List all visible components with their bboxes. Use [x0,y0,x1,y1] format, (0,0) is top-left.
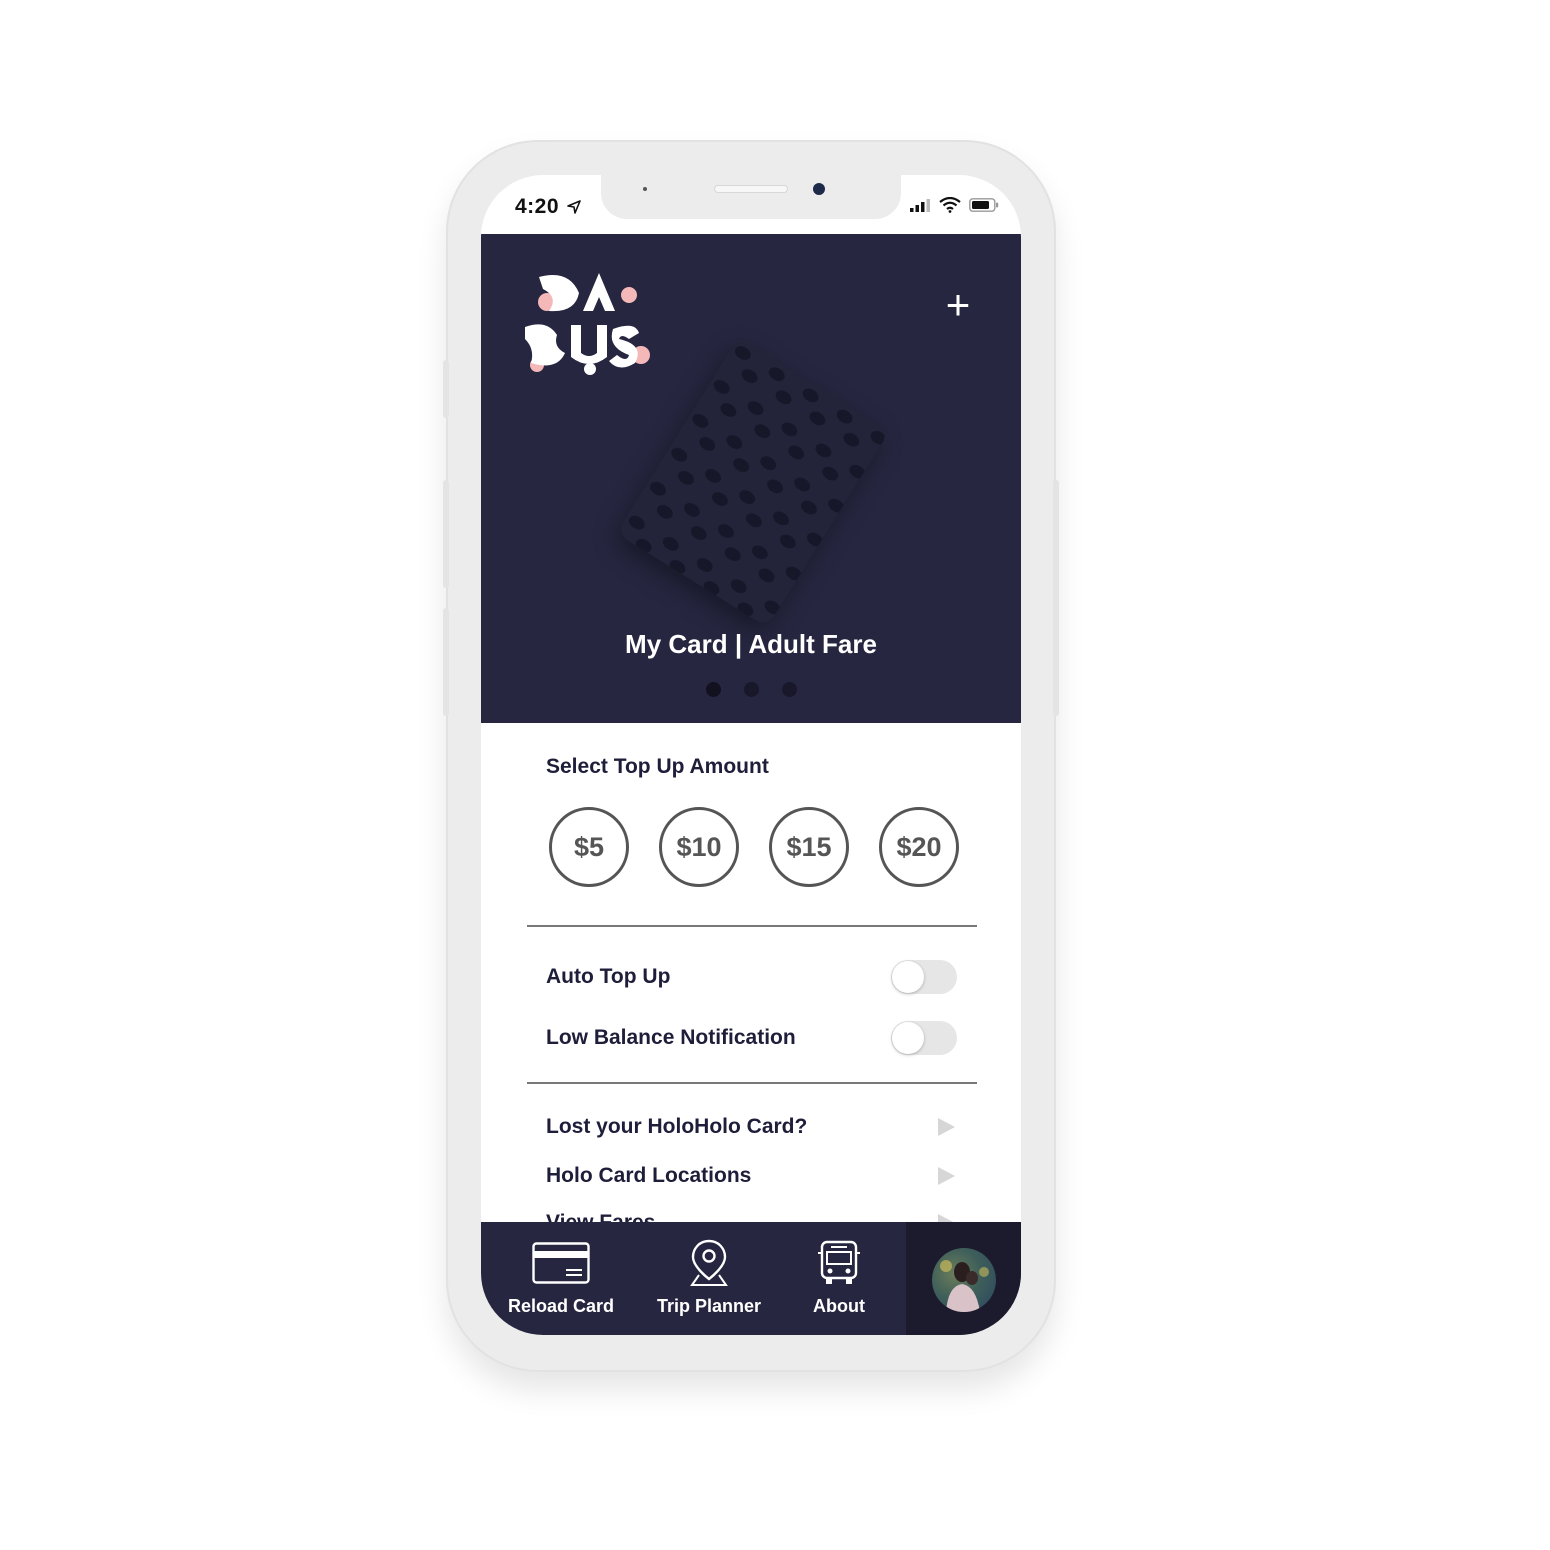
side-button-volume-up [443,480,449,588]
status-time: 4:20 [515,195,582,219]
amount-10-button[interactable]: $10 [659,807,739,887]
chevron-right-icon [938,1167,955,1185]
sensor [643,187,647,191]
tab-bar: Reload Card Trip Planner About [481,1222,1021,1335]
tab-reload-card-label: Reload Card [507,1296,615,1316]
bus-icon [817,1238,861,1288]
amount-5-button[interactable]: $5 [549,807,629,887]
tab-trip-planner[interactable]: Trip Planner [649,1222,769,1335]
notch [601,175,901,219]
low-balance-label: Low Balance Notification [546,1026,796,1049]
add-card-button[interactable]: + [939,284,977,326]
tab-about[interactable]: About [789,1222,889,1335]
app-screen: 4:20 + My Card | Adult Fare Select Top U… [481,175,1021,1335]
top-up-title: Select Top Up Amount [546,755,769,778]
card-label: My Card | Adult Fare [625,629,877,659]
map-pin-icon [689,1238,729,1288]
holo-card-image[interactable] [616,336,890,628]
auto-top-up-label: Auto Top Up [546,965,671,988]
tab-profile[interactable] [906,1222,1021,1335]
speaker [714,185,788,193]
avatar[interactable] [932,1248,996,1312]
carousel-dot-3[interactable] [781,682,797,697]
card-header: + My Card | Adult Fare [481,234,1021,723]
toggle-knob [892,961,924,993]
cellular-signal-icon [910,199,930,212]
card-locations-link[interactable]: Holo Card Locations [546,1164,751,1188]
tab-trip-planner-label: Trip Planner [656,1296,762,1316]
carousel-dots [481,682,1021,697]
chevron-right-icon [938,1118,955,1136]
logo-mark [525,273,650,375]
location-arrow-icon [567,200,582,215]
lost-card-link[interactable]: Lost your HoloHolo Card? [546,1115,807,1139]
auto-top-up-toggle[interactable] [891,960,957,994]
top-up-amounts: $5 $10 $15 $20 [549,807,959,887]
status-time-text: 4:20 [515,195,560,218]
tab-reload-card[interactable]: Reload Card [501,1222,621,1335]
front-camera [813,183,825,195]
carousel-dot-1[interactable] [705,682,721,697]
avatar-photo [940,1260,989,1312]
wifi-icon [939,197,961,213]
side-button-power [1053,480,1059,716]
amount-20-button[interactable]: $20 [879,807,959,887]
side-button-mute [443,360,449,418]
divider-top [527,925,977,927]
low-balance-toggle[interactable] [891,1021,957,1055]
side-button-volume-down [443,608,449,716]
tab-about-label: About [813,1296,865,1316]
amount-15-button[interactable]: $15 [769,807,849,887]
credit-card-icon [532,1238,590,1288]
divider-bottom [527,1082,977,1084]
da-bus-logo [517,267,657,382]
battery-icon [969,198,999,212]
toggle-knob [892,1022,924,1054]
status-indicators [909,197,999,213]
carousel-dot-2[interactable] [743,682,759,697]
